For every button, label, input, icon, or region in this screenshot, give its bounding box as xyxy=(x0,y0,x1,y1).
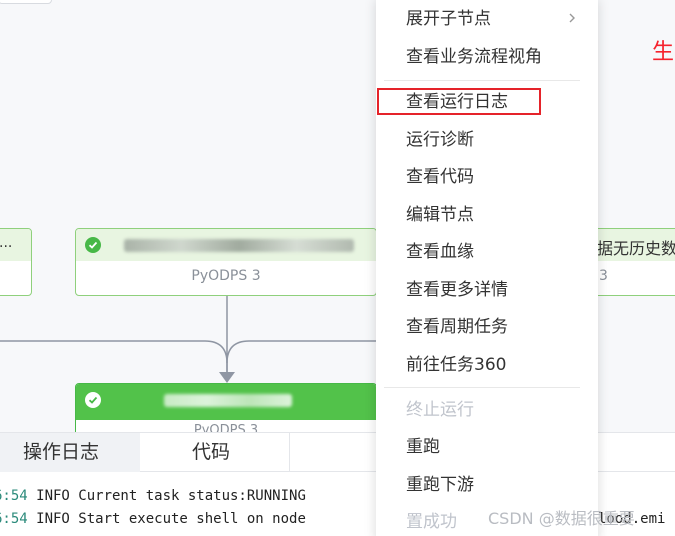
node-name-truncated: ... xyxy=(0,235,13,251)
menu-item-view-code[interactable]: 查看代码 xyxy=(376,159,598,195)
node-type-label: PyODPS 3 xyxy=(193,423,259,432)
menu-item-run-diagnosis[interactable]: 运行诊断 xyxy=(376,122,598,158)
log-line: 6:54 INFO Start execute shell on node xyxy=(0,511,315,527)
menu-item-label: 展开子节点 xyxy=(406,9,491,29)
dag-node-left[interactable]: ... xyxy=(0,228,32,296)
menu-item-view-periodic-task[interactable]: 查看周期任务 xyxy=(376,309,598,345)
watermark: CSDN @数据很重要 xyxy=(488,509,635,528)
menu-item-rerun-downstream[interactable]: 重跑下游 xyxy=(376,467,598,503)
menu-divider xyxy=(384,80,580,81)
menu-item-rerun[interactable]: 重跑 xyxy=(376,429,598,465)
menu-item-business-flow-view[interactable]: 查看业务流程视角 xyxy=(376,39,598,75)
menu-item-edit-node[interactable]: 编辑节点 xyxy=(376,197,598,233)
node-name-label: 据无历史数 xyxy=(597,239,675,258)
tab-operation-log[interactable]: 操作日志 xyxy=(0,433,140,472)
log-line: 6:54 INFO Current task status:RUNNING xyxy=(0,488,306,504)
chevron-right-icon xyxy=(569,13,575,23)
menu-item-expand-children[interactable]: 展开子节点 xyxy=(376,1,598,37)
node-header: ... xyxy=(0,229,31,261)
menu-item-task-360[interactable]: 前往任务360 xyxy=(376,347,598,383)
menu-item-stop-run: 终止运行 xyxy=(406,400,474,420)
node-header xyxy=(76,229,376,261)
dag-node-main[interactable]: PyODPS 3 xyxy=(75,228,377,296)
menu-item-more-details[interactable]: 查看更多详情 xyxy=(376,272,598,308)
menu-item-view-lineage[interactable]: 查看血缘 xyxy=(376,234,598,270)
node-name-blurred xyxy=(124,239,354,252)
success-check-icon xyxy=(85,237,101,253)
success-check-icon xyxy=(85,392,101,408)
tab-code[interactable]: 代码 xyxy=(140,433,290,472)
dag-node-bottom[interactable]: PyODPS 3 xyxy=(75,383,377,432)
node-header xyxy=(76,384,376,420)
node-name-blurred xyxy=(164,394,292,407)
node-type-label: PyODPS 3 xyxy=(191,268,261,284)
context-menu: 展开子节点 查看业务流程视角 查看运行日志 运行诊断 查看代码 编辑节点 查看血… xyxy=(376,0,598,536)
annotation-highlight-box xyxy=(377,88,541,115)
menu-divider xyxy=(384,387,580,388)
